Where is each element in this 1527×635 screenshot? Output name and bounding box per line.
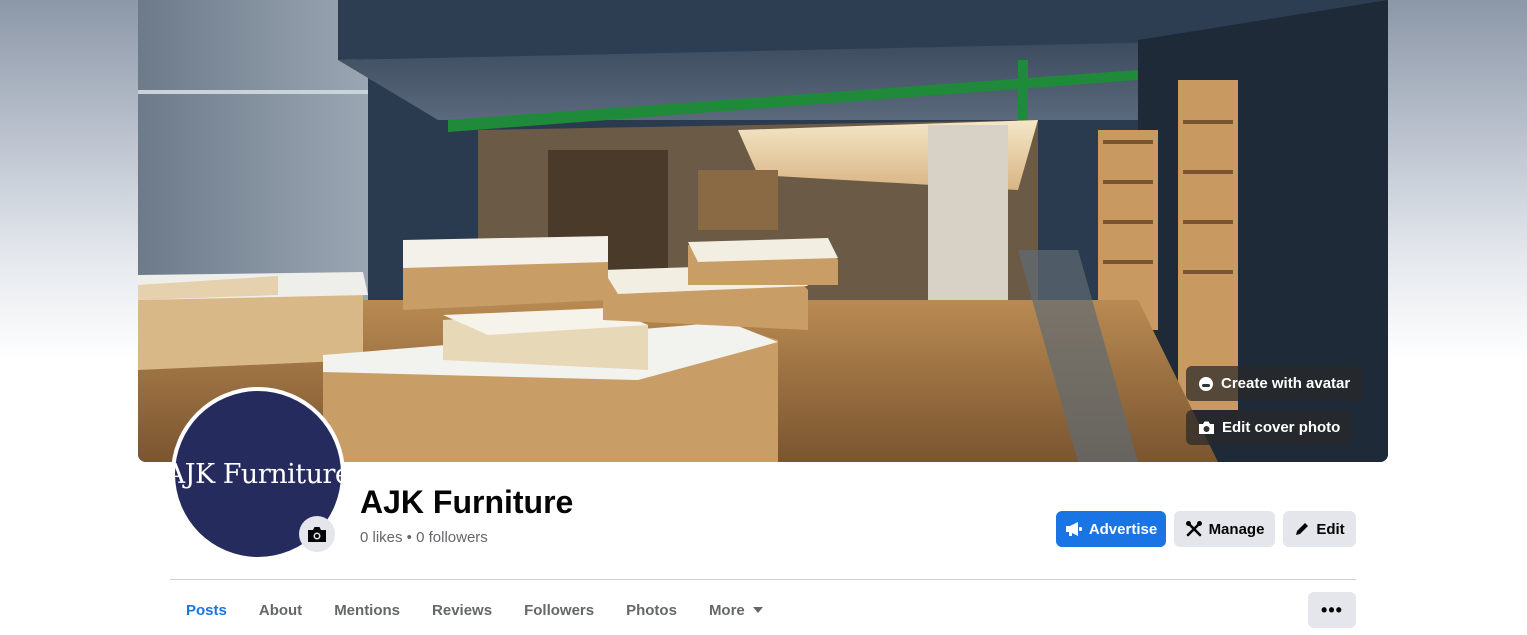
create-with-avatar-label: Create with avatar <box>1221 375 1351 392</box>
advertise-button[interactable]: Advertise <box>1056 511 1166 547</box>
tab-reviews[interactable]: Reviews <box>416 592 508 628</box>
tab-label: Followers <box>524 601 595 619</box>
tab-label: More <box>708 601 745 619</box>
tab-label: Reviews <box>432 601 493 619</box>
tab-posts[interactable]: Posts <box>170 592 243 628</box>
tabs-divider <box>170 579 1356 580</box>
profile-picture-text: AJK Furniture <box>165 458 351 490</box>
page-tabs: Posts About Mentions Reviews Followers P… <box>170 592 779 628</box>
edit-cover-photo-label: Edit cover photo <box>1222 419 1341 436</box>
more-dots-icon: ••• <box>1321 599 1343 620</box>
tools-icon <box>1185 521 1202 537</box>
tab-more[interactable]: More <box>693 592 779 628</box>
megaphone-icon <box>1065 522 1082 536</box>
update-profile-picture-button[interactable] <box>299 516 335 552</box>
tab-photos[interactable]: Photos <box>610 592 693 628</box>
cover-photo[interactable]: Create with avatar Edit cover photo <box>138 0 1388 462</box>
tab-mentions[interactable]: Mentions <box>318 592 416 628</box>
tab-followers[interactable]: Followers <box>508 592 610 628</box>
edit-label: Edit <box>1316 520 1345 538</box>
advertise-label: Advertise <box>1088 520 1158 538</box>
edit-page-button[interactable]: Edit <box>1283 511 1356 547</box>
avatar-face-icon <box>1199 376 1213 391</box>
pencil-icon <box>1296 523 1309 535</box>
tab-label: Photos <box>626 601 677 619</box>
create-with-avatar-button[interactable]: Create with avatar <box>1186 366 1363 401</box>
tab-label: About <box>258 601 303 619</box>
manage-button[interactable]: Manage <box>1174 511 1275 547</box>
caret-down-icon <box>752 607 763 613</box>
page-stats: 0 likes • 0 followers <box>360 529 488 546</box>
edit-cover-photo-button[interactable]: Edit cover photo <box>1186 410 1353 445</box>
page-title: AJK Furniture <box>360 484 574 520</box>
more-options-button[interactable]: ••• <box>1308 592 1356 628</box>
tab-label: Posts <box>186 601 227 619</box>
camera-icon <box>1199 421 1214 434</box>
camera-icon <box>308 527 326 542</box>
manage-label: Manage <box>1208 520 1265 538</box>
tab-label: Mentions <box>334 601 401 619</box>
tab-about[interactable]: About <box>243 592 318 628</box>
